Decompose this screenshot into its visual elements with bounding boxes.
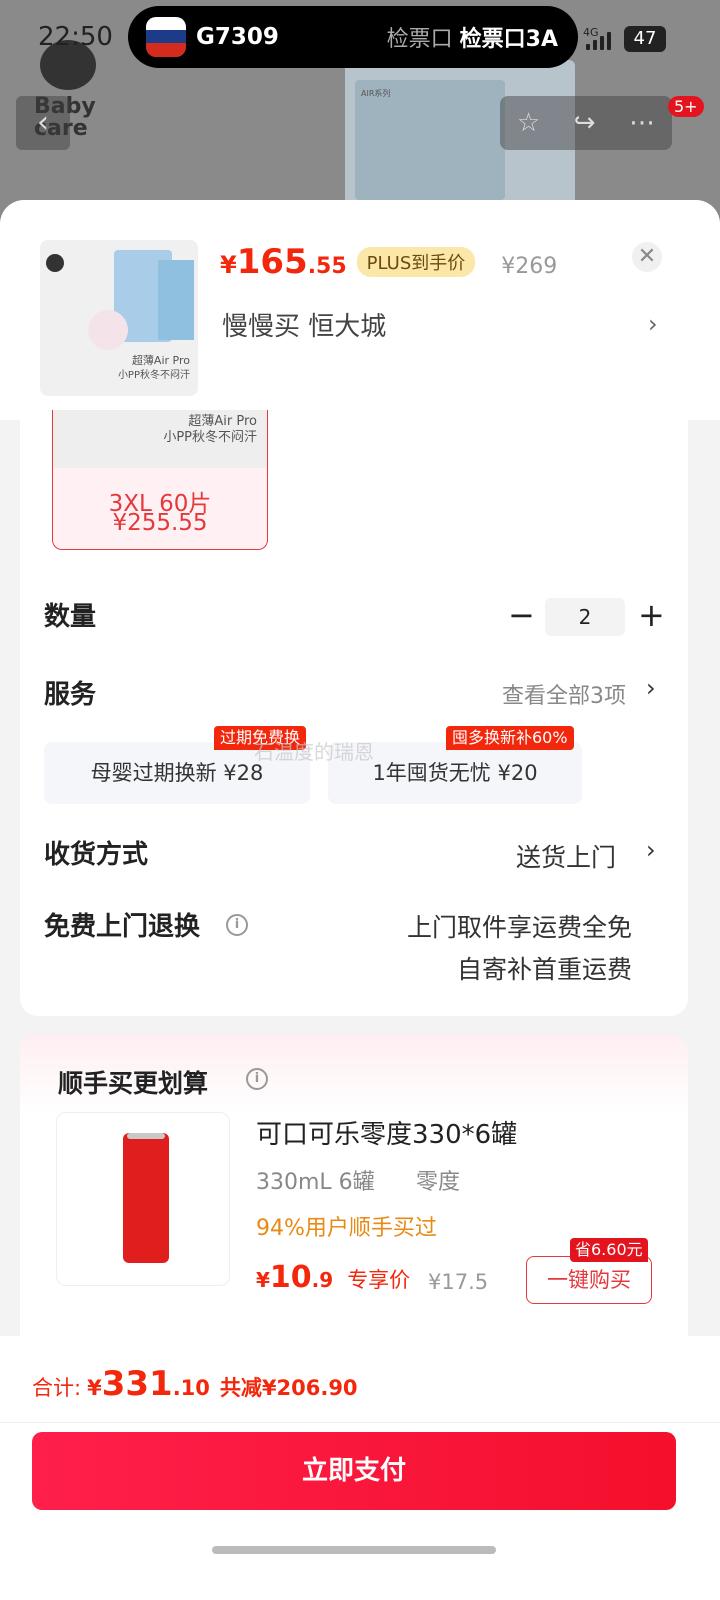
- status-time: 22:50: [38, 22, 113, 52]
- info-icon[interactable]: i: [226, 914, 248, 936]
- recommended-product-price: ¥ 10 .9 专享价: [256, 1260, 411, 1295]
- recommended-product-spec: 330mL 6罐: [256, 1170, 375, 1195]
- close-icon[interactable]: ✕: [632, 242, 662, 272]
- checkout-footer: 合计: ¥ 331 .10 共减¥206.90 立即支付: [0, 1336, 720, 1600]
- sku-option-selected[interactable]: 超薄Air Pro 小PP秋冬不闷汗 3XL 60片 ¥255.55: [52, 410, 268, 550]
- save-tag: 省6.60元: [570, 1238, 648, 1262]
- pay-now-button[interactable]: 立即支付: [32, 1432, 676, 1510]
- sku-image: 超薄Air Pro 小PP秋冬不闷汗: [53, 410, 267, 468]
- sheet-header: 超薄Air Pro 小PP秋冬不闷汗 ¥ 165 .55 PLUS到手价 ¥26…: [0, 200, 720, 420]
- recommended-product-image[interactable]: [56, 1112, 230, 1286]
- quantity-label: 数量: [44, 602, 97, 632]
- flag-icon: [146, 17, 186, 57]
- chevron-right-icon[interactable]: ›: [646, 836, 656, 864]
- free-return-line-2: 自寄补首重运费: [456, 955, 632, 984]
- cola-can-image: [123, 1133, 169, 1263]
- star-icon[interactable]: ☆: [517, 108, 540, 138]
- plus-icon[interactable]: +: [638, 596, 665, 634]
- one-click-buy-button[interactable]: 一键购买: [526, 1256, 652, 1304]
- share-icon[interactable]: ↪: [574, 108, 596, 138]
- plus-price-tag: PLUS到手价: [356, 247, 476, 277]
- service-tag-2: 囤多换新补60%: [446, 726, 574, 750]
- total-savings: 共减¥206.90: [219, 1376, 358, 1400]
- product-price: ¥ 165 .55 PLUS到手价 ¥269: [220, 242, 558, 282]
- delivery-method[interactable]: 送货上门: [516, 838, 616, 874]
- chevron-right-icon[interactable]: ›: [648, 310, 658, 338]
- chevron-left-icon: ‹: [37, 105, 49, 140]
- info-icon[interactable]: i: [246, 1068, 268, 1090]
- notification-badge: 5+: [668, 96, 704, 117]
- recommendation-card: 顺手买更划算 i 可口可乐零度330*6罐 330mL 6罐 零度 94%用户顺…: [20, 1034, 688, 1344]
- delivery-label: 收货方式: [44, 840, 149, 870]
- chevron-right-icon[interactable]: ›: [646, 674, 656, 702]
- train-number: G7309: [196, 24, 279, 50]
- top-action-bar: ☆ ↪ ⋯: [500, 96, 672, 150]
- recommended-product-name[interactable]: 可口可乐零度330*6罐: [256, 1114, 517, 1151]
- battery-indicator: 47: [624, 26, 666, 52]
- recommended-product-flavor: 零度: [416, 1170, 461, 1195]
- options-panel: 超薄Air Pro 小PP秋冬不闷汗 3XL 60片 ¥255.55 数量 − …: [20, 410, 688, 1016]
- free-return-label: 免费上门退换: [44, 912, 201, 942]
- recommended-original-price: ¥17.5: [428, 1270, 489, 1294]
- back-button[interactable]: ‹: [16, 96, 70, 150]
- free-return-line-1: 上门取件享运费全免: [406, 913, 632, 942]
- gate-info: 检票口 检票口3A: [386, 27, 558, 52]
- minus-icon[interactable]: −: [508, 596, 535, 634]
- more-icon[interactable]: ⋯: [629, 108, 655, 138]
- service-label: 服务: [44, 680, 97, 710]
- home-indicator[interactable]: [212, 1546, 496, 1554]
- divider: [0, 1422, 720, 1423]
- product-thumbnail[interactable]: 超薄Air Pro 小PP秋冬不闷汗: [40, 240, 198, 396]
- store-selector[interactable]: 慢慢买 恒大城: [222, 306, 386, 343]
- sku-price: ¥255.55: [112, 510, 208, 536]
- watermark: 石温度的瑞恩: [254, 740, 374, 764]
- order-total: 合计: ¥ 331 .10 共减¥206.90: [32, 1364, 358, 1404]
- live-activity-pill[interactable]: G7309 检票口 检票口3A: [128, 6, 578, 68]
- view-all-services[interactable]: 查看全部3项: [502, 678, 626, 710]
- signal-icon: [586, 30, 611, 50]
- quantity-input[interactable]: 2: [545, 598, 625, 636]
- original-price: ¥269: [501, 254, 558, 279]
- social-proof: 94%用户顺手买过: [256, 1216, 437, 1241]
- recommendation-title: 顺手买更划算: [58, 1069, 209, 1098]
